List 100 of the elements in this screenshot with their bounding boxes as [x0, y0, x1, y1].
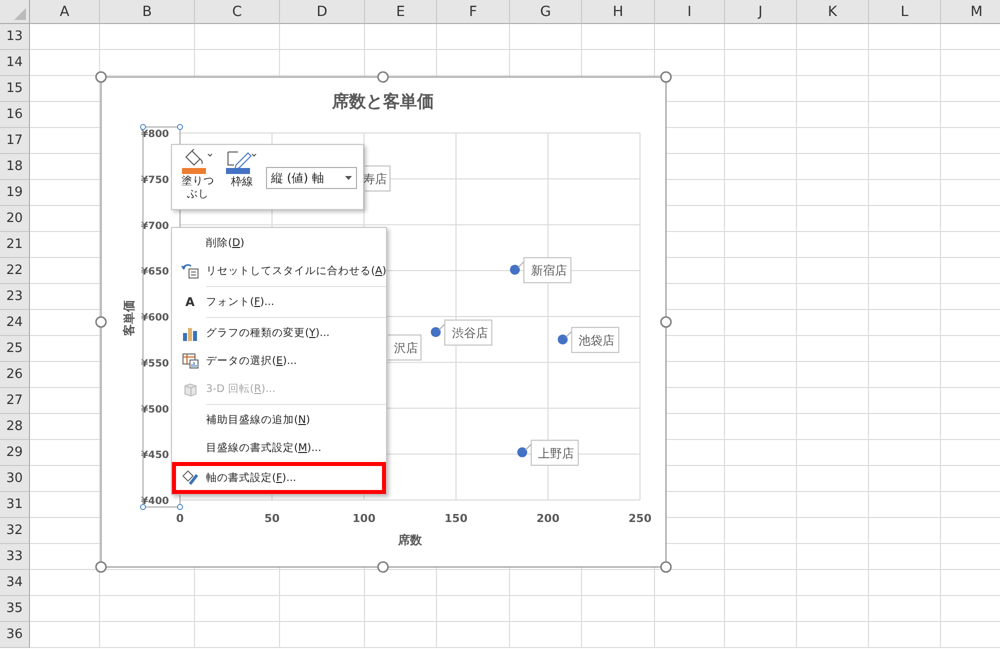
axis-tick-label: 0	[176, 512, 184, 525]
reset-icon	[181, 263, 199, 279]
row-header[interactable]: 28	[0, 414, 30, 440]
menu-item[interactable]: データの選択(E)...	[172, 347, 386, 375]
triangle-icon	[14, 8, 26, 20]
leader-line	[524, 444, 532, 451]
column-header[interactable]: E	[365, 0, 437, 24]
resize-handle[interactable]	[140, 504, 146, 510]
column-header[interactable]: B	[100, 0, 195, 24]
menu-item[interactable]: 目盛線の書式設定(M)...	[172, 434, 386, 462]
axis-tick-label: 150	[444, 512, 468, 525]
axis-title: 席数	[398, 533, 422, 547]
axis-tick-label: ¥600	[141, 312, 169, 324]
row-header[interactable]: 32	[0, 518, 30, 544]
column-header[interactable]: M	[941, 0, 1000, 24]
resize-handle[interactable]	[95, 316, 107, 328]
resize-handle[interactable]	[660, 71, 672, 83]
axis-tick-label: ¥750	[141, 174, 169, 186]
axis-tick-label: ¥800	[141, 129, 169, 140]
axis-tick-label: ¥400	[141, 496, 169, 507]
data-point[interactable]	[430, 327, 441, 338]
menu-item[interactable]: 削除(D)	[172, 229, 386, 257]
resize-handle[interactable]	[377, 71, 389, 83]
data-point[interactable]	[517, 447, 528, 458]
column-header[interactable]: A	[30, 0, 100, 24]
resize-handle[interactable]	[140, 124, 146, 130]
row-header[interactable]: 27	[0, 388, 30, 414]
axis-tick-label: 250	[628, 512, 652, 525]
row-header[interactable]: 26	[0, 362, 30, 388]
row-header[interactable]: 29	[0, 440, 30, 466]
data-point[interactable]	[510, 264, 520, 275]
data-label[interactable]: 寿店	[363, 166, 390, 192]
axis-tick-label: ¥450	[141, 450, 169, 462]
axis-tick-label: ¥650	[141, 266, 169, 278]
column-header[interactable]: I	[655, 0, 725, 24]
leader-line	[438, 324, 446, 331]
resize-handle[interactable]	[660, 561, 672, 573]
row-header[interactable]: 30	[0, 466, 30, 492]
column-header[interactable]: F	[437, 0, 510, 24]
leader-line	[517, 261, 524, 268]
row-header[interactable]: 31	[0, 492, 30, 518]
fill-button[interactable]: 塗りつぶし	[178, 149, 218, 202]
axis-tick-label: ¥700	[141, 220, 169, 232]
data-label[interactable]: 上野店	[530, 440, 579, 466]
row-header[interactable]: 35	[0, 596, 30, 622]
annotation: 沢店	[394, 341, 418, 355]
chart-element-dropdown[interactable]: 縦 (値) 軸	[266, 167, 357, 189]
column-header[interactable]: L	[869, 0, 941, 24]
row-header[interactable]: 36	[0, 622, 30, 648]
row-header[interactable]: 21	[0, 232, 30, 258]
axis-title: 客単価	[122, 300, 136, 336]
column-header[interactable]: K	[797, 0, 869, 24]
data-point[interactable]	[558, 334, 568, 344]
axis-tick-label: 200	[536, 512, 560, 525]
row-header[interactable]: 18	[0, 154, 30, 180]
column-header[interactable]: G	[510, 0, 582, 24]
axis-tick-label: ¥500	[141, 404, 169, 416]
menu-item[interactable]: 補助目盛線の追加(N)	[172, 406, 386, 434]
table-chart-icon	[182, 353, 198, 369]
column-header[interactable]: J	[725, 0, 797, 24]
row-header[interactable]: 13	[0, 24, 30, 50]
resize-handle[interactable]	[377, 561, 389, 573]
row-header[interactable]: 20	[0, 206, 30, 232]
resize-handle[interactable]	[95, 71, 107, 83]
menu-item[interactable]: グラフの種類の変更(Y)...	[172, 319, 386, 347]
row-header[interactable]: 24	[0, 310, 30, 336]
menu-item[interactable]: リセットしてスタイルに合わせる(A)	[172, 257, 386, 285]
row-header[interactable]: 16	[0, 102, 30, 128]
column-header[interactable]: C	[195, 0, 280, 24]
menu-item[interactable]: 軸の書式設定(F)...	[172, 462, 386, 494]
row-header[interactable]: 15	[0, 76, 30, 102]
data-label[interactable]: 渋谷店	[444, 320, 492, 346]
row-header[interactable]: 17	[0, 128, 30, 154]
column-header[interactable]: D	[280, 0, 365, 24]
paint-bucket-icon	[181, 470, 199, 486]
row-header[interactable]: 23	[0, 284, 30, 310]
column-header[interactable]: H	[582, 0, 655, 24]
annotation: 寿店	[363, 172, 387, 186]
bar-chart-icon	[182, 326, 198, 340]
row-header[interactable]: 19	[0, 180, 30, 206]
data-label[interactable]: 新宿店	[523, 257, 572, 284]
leader-line	[565, 330, 572, 338]
resize-handle[interactable]	[95, 561, 107, 573]
row-header[interactable]: 34	[0, 570, 30, 596]
menu-item[interactable]: A フォント(F)...	[172, 288, 386, 316]
row-header[interactable]: 14	[0, 50, 30, 76]
resize-handle[interactable]	[177, 124, 183, 130]
row-header[interactable]: 33	[0, 544, 30, 570]
data-label[interactable]: 沢店	[388, 334, 422, 360]
data-label[interactable]: 池袋店	[571, 326, 620, 353]
row-header[interactable]: 25	[0, 336, 30, 362]
dropdown-arrow-icon	[345, 176, 352, 180]
resize-handle[interactable]	[660, 316, 672, 328]
outline-button[interactable]: 枠線	[224, 149, 260, 189]
font-icon: A	[185, 295, 195, 309]
resize-handle[interactable]	[177, 504, 183, 510]
axis-tick-label: ¥550	[141, 358, 169, 370]
cube-icon	[182, 382, 198, 396]
row-header[interactable]: 22	[0, 258, 30, 284]
axis-tick-label: 100	[352, 512, 376, 525]
